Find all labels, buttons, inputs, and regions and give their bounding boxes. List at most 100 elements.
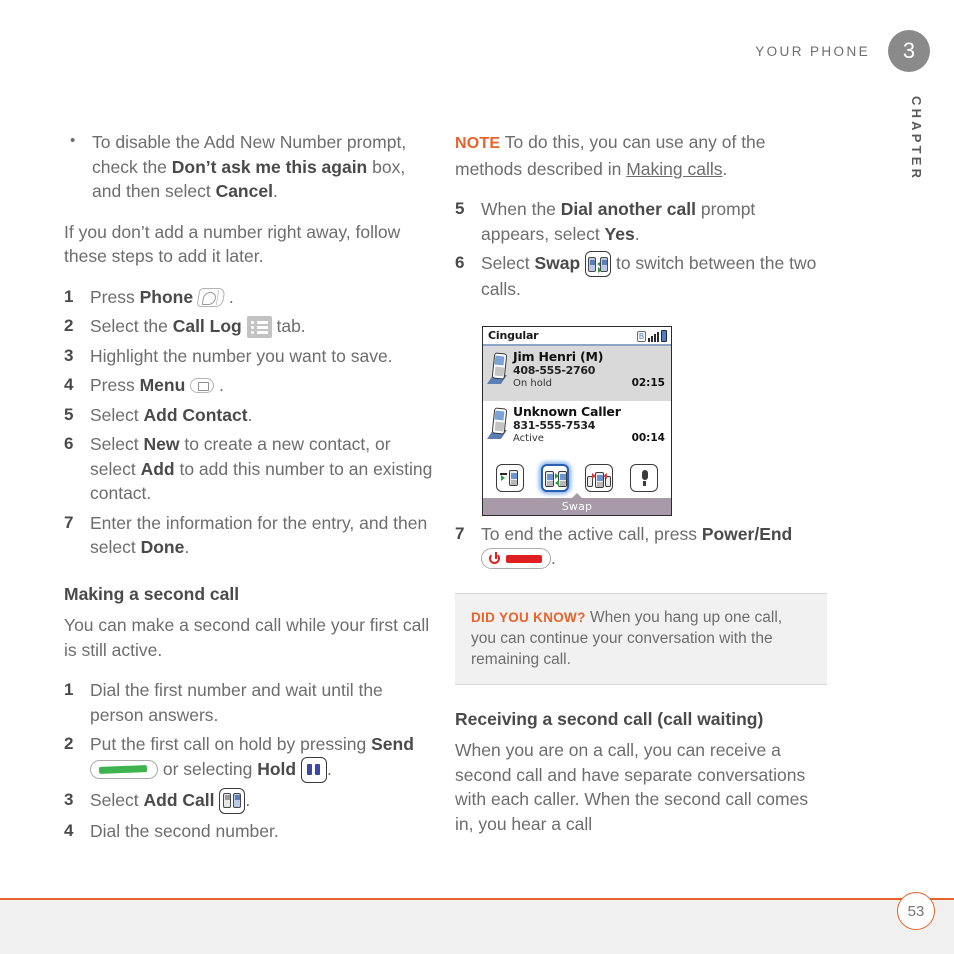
conference-call-button[interactable] — [585, 464, 614, 492]
step-1: 1 Press Phone . — [64, 285, 436, 310]
step-text: To end the active call, press — [481, 523, 702, 544]
bullet-bold2: Cancel — [215, 181, 273, 201]
chapter-number-badge: 3 — [888, 30, 930, 72]
step-4: 4 Press Menu . — [64, 373, 436, 398]
chapter-label: CHAPTER — [909, 96, 924, 182]
step-number: 6 — [64, 434, 74, 453]
caller-number: 408-555-2760 — [513, 364, 596, 377]
swap-button-icon — [585, 251, 612, 277]
footer-rule — [0, 898, 954, 900]
step-text: When the — [481, 199, 561, 219]
making-calls-link[interactable]: Making calls — [626, 159, 722, 179]
step-3: 3 Highlight the number you want to save. — [64, 344, 436, 369]
step-6: 6 Select Swap to switch between the two … — [455, 251, 827, 302]
step-number: 6 — [455, 253, 465, 272]
signal-strength-icon — [648, 331, 659, 342]
step-number: 4 — [64, 375, 74, 394]
call-info: Unknown Caller 831-555-7534 Active 00:14 — [511, 405, 667, 445]
step-text: Select — [90, 434, 144, 454]
step-bold-2: Hold — [257, 758, 297, 779]
step-bold-2: Add — [140, 458, 175, 479]
step-number: 3 — [64, 789, 74, 809]
step-bold: Dial another call — [560, 199, 696, 219]
step-bold: Call Log — [172, 316, 242, 336]
call-status: Active — [513, 433, 544, 444]
step-bold: Add Call — [143, 789, 215, 810]
step-bold-2: Yes — [604, 223, 635, 244]
step-body: When the Dial another call prompt appear… — [481, 197, 827, 246]
steps-list-add-contact: 1 Press Phone . 2 Select the Call Log ta… — [64, 285, 436, 560]
step-bold: Send — [371, 734, 414, 754]
step-4: 4 Dial the second number. — [64, 819, 436, 844]
step-7: 7 Enter the information for the entry, a… — [64, 511, 436, 560]
steps-list-second-call: 1 Dial the first number and wait until t… — [64, 678, 436, 843]
step-3: 3 Select Add Call . — [64, 787, 436, 814]
step-2: 2 Select the Call Log tab. — [64, 314, 436, 339]
phone-title-bar: Cingular B — [483, 327, 671, 346]
menu-hardware-key-icon — [190, 378, 215, 393]
bullet-bold1: Don’t ask me this again — [171, 156, 368, 177]
caller-name: Jim Henri (M) — [513, 349, 604, 364]
step-text-tail: . — [184, 537, 190, 557]
step-text-mid: or selecting — [158, 758, 258, 779]
step-text: Put the first call on hold by pressing — [90, 734, 372, 754]
running-title: YOUR PHONE — [755, 43, 870, 59]
bluetooth-icon: B — [637, 331, 646, 342]
step-text-tail: . — [214, 375, 224, 395]
step-text: Press — [90, 286, 140, 307]
step-bold: New — [143, 434, 180, 454]
step-body: Select New to create a new contact, or s… — [90, 432, 436, 506]
call-log-tab-icon — [246, 316, 272, 338]
caller-number: 831-555-7534 — [513, 419, 596, 432]
step-body: Dial the second number. — [90, 820, 279, 841]
call-status-line: Active 00:14 — [513, 432, 667, 445]
step-5: 5 Select Add Contact. — [64, 403, 436, 428]
step-text: Select the — [90, 316, 173, 336]
call-status: On hold — [513, 378, 552, 389]
step-number: 2 — [64, 316, 74, 335]
section-heading-receiving-second-call: Receiving a second call (call waiting) — [455, 708, 764, 729]
steps-list-right: 5 When the Dial another call prompt appe… — [455, 197, 827, 302]
step-bold: Menu — [139, 375, 186, 395]
footer-band — [0, 900, 954, 954]
note-text-tail: . — [722, 158, 728, 179]
step-text-tail: . — [247, 404, 253, 425]
send-hardware-key-icon — [90, 759, 158, 779]
bullet-list: To disable the Add New Number prompt, ch… — [64, 129, 436, 204]
softkey-label: Swap — [561, 500, 593, 513]
section-heading-making-second-call: Making a second call — [64, 583, 240, 604]
step-text-tail: . — [634, 223, 640, 244]
manual-page: YOUR PHONE 3 CHAPTER To disable the Add … — [0, 0, 954, 954]
list-item: To disable the Add New Number prompt, ch… — [64, 129, 436, 204]
step-bold: Phone — [139, 286, 194, 307]
step-number: 7 — [455, 523, 465, 543]
swap-call-button[interactable] — [540, 464, 569, 492]
step-body: Select the Call Log tab. — [90, 314, 436, 339]
intro-paragraph: If you don’t add a number right away, fo… — [64, 221, 401, 267]
step-number: 5 — [455, 199, 465, 218]
step-number: 7 — [64, 512, 74, 532]
call-entry-on-hold[interactable]: Jim Henri (M) 408-555-2760 On hold 02:15 — [483, 346, 671, 401]
step-number: 5 — [64, 404, 74, 424]
step-number: 4 — [64, 820, 74, 840]
hold-button-icon — [300, 756, 327, 783]
call-entry-active[interactable]: Unknown Caller 831-555-7534 Active 00:14 — [483, 401, 671, 456]
phone-handset-icon — [487, 352, 511, 385]
step-1: 1 Dial the first number and wait until t… — [64, 678, 436, 727]
step-body: Select Add Contact. — [90, 403, 436, 428]
step-number: 3 — [64, 345, 74, 365]
mute-button[interactable] — [629, 464, 658, 492]
step-text: Select — [481, 253, 535, 273]
note-tag: NOTE — [455, 135, 501, 152]
call-status-line: On hold 02:15 — [513, 377, 667, 390]
section-paragraph-2: When you are on a call, you can receive … — [455, 740, 809, 834]
phone-handset-icon — [487, 407, 511, 440]
step-text: Press — [90, 375, 140, 395]
step-body: Enter the information for the entry, and… — [90, 511, 436, 560]
step-text: Select — [90, 404, 144, 425]
did-you-know-tag: DID YOU KNOW? — [471, 609, 586, 625]
add-call-button-icon — [219, 787, 246, 814]
step-bold: Power/End — [701, 523, 793, 544]
transfer-call-button[interactable] — [496, 464, 525, 492]
step-text-tail: . — [223, 286, 234, 307]
